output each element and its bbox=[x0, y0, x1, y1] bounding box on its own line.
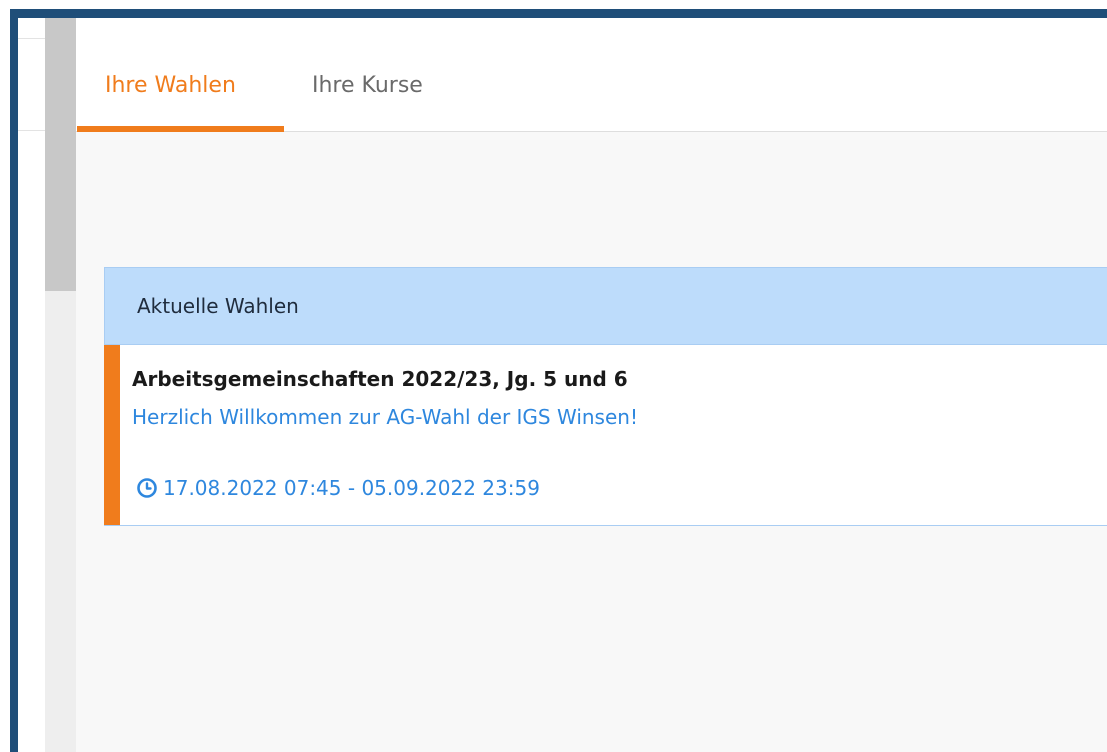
tab-label: Ihre Kurse bbox=[312, 73, 423, 98]
tab-bar: Ihre Wahlen Ihre Kurse bbox=[76, 18, 1107, 132]
card-header: Aktuelle Wahlen bbox=[104, 267, 1107, 345]
active-tab-indicator bbox=[77, 126, 284, 132]
tab-ihre-wahlen[interactable]: Ihre Wahlen bbox=[77, 18, 284, 132]
date-range-text: 17.08.2022 07:45 - 05.09.2022 23:59 bbox=[163, 476, 540, 500]
election-item[interactable]: Arbeitsgemeinschaften 2022/23, Jg. 5 und… bbox=[104, 345, 1107, 526]
election-description[interactable]: Herzlich Willkommen zur AG-Wahl der IGS … bbox=[132, 405, 638, 429]
tab-label: Ihre Wahlen bbox=[105, 73, 236, 98]
divider bbox=[18, 38, 45, 39]
tab-ihre-kurse[interactable]: Ihre Kurse bbox=[312, 18, 423, 131]
elections-card: Aktuelle Wahlen Arbeitsgemeinschaften 20… bbox=[104, 267, 1107, 526]
clock-icon bbox=[136, 477, 158, 499]
scrollbar[interactable] bbox=[45, 18, 76, 752]
scrollbar-thumb[interactable] bbox=[45, 18, 76, 291]
election-title[interactable]: Arbeitsgemeinschaften 2022/23, Jg. 5 und… bbox=[132, 367, 628, 391]
card-title: Aktuelle Wahlen bbox=[137, 294, 299, 318]
election-date-range: 17.08.2022 07:45 - 05.09.2022 23:59 bbox=[136, 476, 540, 500]
main-content: Ihre Wahlen Ihre Kurse Aktuelle Wahlen A… bbox=[76, 18, 1107, 752]
left-panel bbox=[18, 18, 45, 752]
status-accent-bar bbox=[104, 345, 120, 525]
divider bbox=[18, 130, 45, 131]
